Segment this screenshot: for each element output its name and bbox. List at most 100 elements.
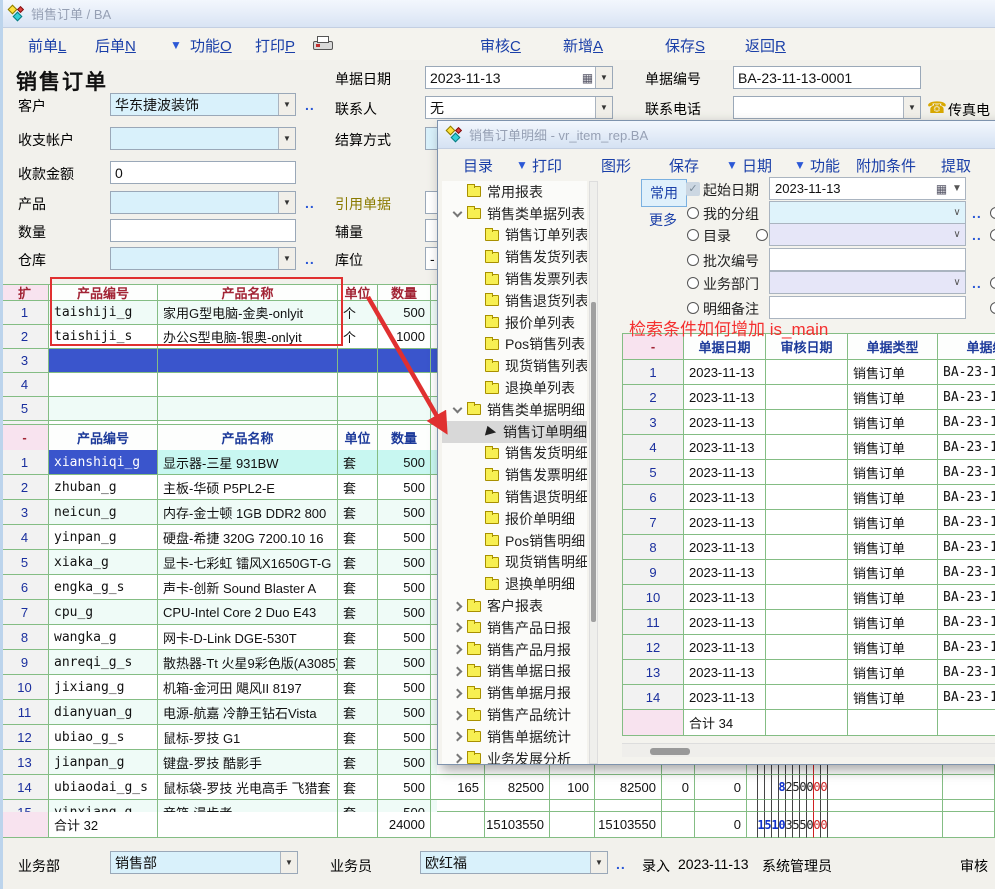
cell-qty[interactable]: 500 <box>378 700 431 725</box>
cell-doc-code[interactable]: BA-23-11-1 <box>938 685 995 710</box>
tab-more[interactable]: 更多 <box>649 210 677 230</box>
cell-doc-type[interactable]: 销售订单 <box>848 485 938 510</box>
tree-item-业务发展分析[interactable]: 业务发展分析 <box>442 748 587 764</box>
cell-doc-code[interactable]: BA-23-11-1 <box>938 610 995 635</box>
dropdown-chevron-icon[interactable]: ∨ <box>949 277 965 288</box>
cell-qty[interactable]: 1000 <box>378 325 431 349</box>
cell-date[interactable]: 2023-11-13 <box>684 385 766 410</box>
cell-doc-type[interactable]: 销售订单 <box>848 635 938 660</box>
row-number-cell[interactable]: 9 <box>623 560 684 585</box>
expand-chevron-icon[interactable] <box>452 688 462 698</box>
cell-audit-date[interactable] <box>766 610 848 635</box>
checkbox-目录[interactable] <box>687 229 699 241</box>
cell-date[interactable]: 2023-11-13 <box>684 360 766 385</box>
radio-目录[interactable] <box>756 229 768 241</box>
tree-item-销售产品统计[interactable]: 销售产品统计 <box>442 704 587 726</box>
cell-doc-code[interactable]: BA-23-11-1 <box>938 560 995 585</box>
row-number-cell[interactable]: 1 <box>1 301 49 325</box>
cell-product-name[interactable]: 键盘-罗技 酷影手 <box>158 750 338 775</box>
tree-item-销售产品日报[interactable]: 销售产品日报 <box>442 617 587 639</box>
cell-doc-type[interactable]: 销售订单 <box>848 585 938 610</box>
row-number-cell[interactable]: 5 <box>623 460 684 485</box>
dropdown-arrow-icon[interactable]: ▼ <box>595 67 612 88</box>
calendar-icon[interactable]: ▦ <box>934 182 949 196</box>
cell-unit[interactable]: 套 <box>338 775 378 800</box>
cell-date[interactable]: 2023-11-13 <box>684 510 766 535</box>
cell-doc-code[interactable]: BA-23-11-1 <box>938 410 995 435</box>
cell-qty[interactable]: 500 <box>378 675 431 700</box>
field-收支帐户[interactable]: ▼ <box>110 127 296 150</box>
cell-product-name[interactable]: 家用G型电脑-金奥-onlyit <box>158 301 338 325</box>
cell-qty[interactable]: 500 <box>378 725 431 750</box>
row-number-cell[interactable]: 5 <box>1 397 49 421</box>
cell-unit[interactable] <box>338 349 378 373</box>
cell-audit-date[interactable] <box>766 435 848 460</box>
row-number-cell[interactable]: 12 <box>623 635 684 660</box>
cell-qty[interactable] <box>378 349 431 373</box>
right-checkbox-我的分组[interactable] <box>990 207 995 219</box>
cell-audit-date[interactable] <box>766 535 848 560</box>
cell-qty[interactable]: 500 <box>378 575 431 600</box>
cell-doc-type[interactable]: 销售订单 <box>848 385 938 410</box>
cell-unit[interactable]: 套 <box>338 725 378 750</box>
tree-item-客户报表[interactable]: 客户报表 <box>442 595 587 617</box>
tree-item-现货销售列表[interactable]: 现货销售列表 <box>442 355 587 377</box>
cell-product-name[interactable]: 电源-航嘉 冷静王钻石Vista <box>158 700 338 725</box>
cell-doc-code[interactable]: BA-23-11-1 <box>938 510 995 535</box>
dialog-titlebar[interactable]: 销售订单明细 - vr_item_rep.BA <box>438 121 995 149</box>
tree-item-退换单列表[interactable]: 退换单列表 <box>442 377 587 399</box>
row-number-cell[interactable]: 6 <box>623 485 684 510</box>
row-number-cell[interactable]: 4 <box>1 373 49 397</box>
cell-qty[interactable]: 500 <box>378 625 431 650</box>
cell-unit[interactable]: 套 <box>338 625 378 650</box>
cell-product-name[interactable]: 鼠标-罗技 G1 <box>158 725 338 750</box>
cell-unit[interactable]: 套 <box>338 700 378 725</box>
cell-audit-date[interactable] <box>766 635 848 660</box>
cell-doc-code[interactable]: BA-23-11-1 <box>938 435 995 460</box>
cell-product-name[interactable]: 鼠标袋-罗技 光电高手 飞猎套 <box>158 775 338 800</box>
cell-product-name[interactable]: 网卡-D-Link DGE-530T <box>158 625 338 650</box>
expand-chevron-icon[interactable] <box>452 645 462 655</box>
cell-qty[interactable]: 500 <box>378 650 431 675</box>
lookup-dots[interactable]: .. <box>972 227 982 243</box>
lookup-dots[interactable]: .. <box>305 97 315 113</box>
field-数量[interactable] <box>110 219 296 242</box>
cell-unit[interactable] <box>338 397 378 421</box>
cell-product-code[interactable]: engka_g_s <box>49 575 158 600</box>
cell-product-code[interactable]: xiaka_g <box>49 550 158 575</box>
cell-audit-date[interactable] <box>766 585 848 610</box>
row-number-cell[interactable]: 1 <box>623 360 684 385</box>
row-number-cell[interactable]: 11 <box>623 610 684 635</box>
filter-field-目录[interactable]: ∨ <box>769 223 966 246</box>
cell-doc-code[interactable]: BA-23-11-1 <box>938 385 995 410</box>
tree-item-销售单据月报[interactable]: 销售单据月报 <box>442 682 587 704</box>
checkbox-批次编号[interactable] <box>687 254 699 266</box>
cell-date[interactable]: 2023-11-13 <box>684 435 766 460</box>
cell-date[interactable]: 2023-11-13 <box>684 610 766 635</box>
menu-item-前单[interactable]: 前单L <box>28 35 66 56</box>
tree-item-Pos销售明细[interactable]: Pos销售明细 <box>442 530 587 552</box>
tab-common[interactable]: 常用 <box>641 179 687 207</box>
cell-doc-code[interactable]: BA-23-11-1 <box>938 460 995 485</box>
cell-unit[interactable]: 套 <box>338 525 378 550</box>
cell-product-name[interactable] <box>158 397 338 421</box>
tree-item-销售类单据明细[interactable]: 销售类单据明细 <box>442 399 587 421</box>
tree-item-退换单明细[interactable]: 退换单明细 <box>442 573 587 595</box>
cell-product-name[interactable]: 显卡-七彩虹 镭风X1650GT-G <box>158 550 338 575</box>
toolbar-item-功能[interactable]: 功能 <box>810 155 840 176</box>
cell-product-code[interactable]: neicun_g <box>49 500 158 525</box>
toolbar-item-目录[interactable]: 目录 <box>463 155 493 176</box>
cell-product-code[interactable]: jixiang_g <box>49 675 158 700</box>
toolbar-item-日期[interactable]: 日期 <box>742 155 772 176</box>
cell-doc-code[interactable]: BA-23-11-1 <box>938 485 995 510</box>
cell-date[interactable]: 2023-11-13 <box>684 485 766 510</box>
cell-qty[interactable] <box>378 373 431 397</box>
cell-product-name[interactable] <box>158 373 338 397</box>
cell-product-code[interactable] <box>49 349 158 373</box>
dropdown-arrow-icon[interactable]: ▼ <box>595 97 612 118</box>
horizontal-scrollbar[interactable] <box>622 743 995 757</box>
cell-product-name[interactable]: 内存-金士顿 1GB DDR2 800 <box>158 500 338 525</box>
cell-unit[interactable]: 套 <box>338 600 378 625</box>
cell-doc-type[interactable]: 销售订单 <box>848 660 938 685</box>
cell-doc-code[interactable]: BA-23-11-1 <box>938 585 995 610</box>
